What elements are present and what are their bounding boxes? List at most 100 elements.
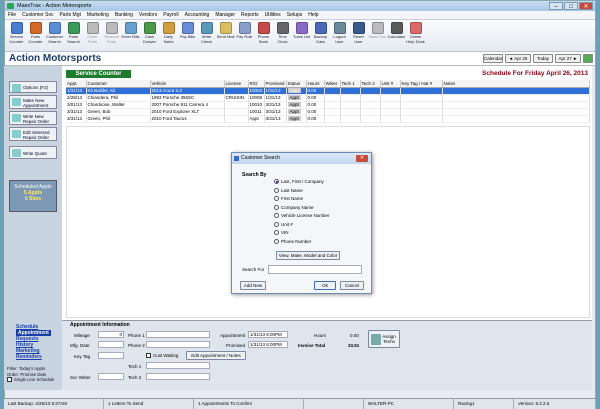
menu-vendors[interactable]: Vendors <box>139 11 157 19</box>
cust-waiting[interactable]: Cust Waiting <box>146 353 178 358</box>
toolbar-write-check-button[interactable]: Write Check <box>197 20 216 51</box>
minimize-button[interactable]: – <box>549 2 563 10</box>
toolbar-restock-parts-button[interactable]: Restock Parts <box>102 20 121 51</box>
toolbar-logout-user-button[interactable]: Logout User <box>330 20 349 51</box>
search-option[interactable]: Last Name <box>274 187 303 193</box>
radio-button[interactable] <box>274 213 279 218</box>
key-tag-field[interactable] <box>98 352 124 359</box>
menu-marketing[interactable]: Marketing <box>87 11 109 19</box>
appointment-field[interactable]: 1/31/13 6:00PM <box>248 331 288 338</box>
mfg-date-field[interactable] <box>98 341 124 348</box>
table-row[interactable]: 2/28/13 Chiandera, Phil 1993 Porsche 356SC… <box>66 94 590 102</box>
grid-header-hours[interactable]: Hours <box>306 80 325 88</box>
radio-button[interactable] <box>274 204 279 210</box>
options-button[interactable]: Options (F2) <box>9 81 57 93</box>
close-button[interactable]: ✕ <box>579 2 593 10</box>
calendar-button[interactable]: Calendar <box>483 54 503 63</box>
toolbar-customer-search-button[interactable]: Customer Search <box>45 20 64 51</box>
edit-appointment-button[interactable]: Edit Appointment / Notes <box>186 351 246 360</box>
phone2-field[interactable] <box>146 341 210 348</box>
edit-repair-order-button[interactable]: Edit Selected Repair Order <box>9 127 57 141</box>
menu-reports[interactable]: Reports <box>241 11 259 19</box>
mileage-field[interactable]: 0 <box>98 331 124 338</box>
table-row[interactable]: 1/31/13 Kit Builder, Kit 2013 Acura ILX 100… <box>66 87 590 95</box>
tech1-field[interactable] <box>146 362 210 369</box>
tech2-field[interactable] <box>146 373 210 380</box>
refresh-icon[interactable] <box>583 54 593 63</box>
toolbar-enter-bills-button[interactable]: Enter Bills <box>121 20 140 51</box>
search-option[interactable]: Last, First / Company <box>274 179 324 184</box>
link-reminders[interactable]: Reminders <box>16 354 51 360</box>
grid-header-promised[interactable]: Promised <box>264 80 287 88</box>
toolbar-track-list-button[interactable]: Track List <box>292 20 311 51</box>
toolbar-daily-sales-button[interactable]: Daily Sales <box>159 20 178 51</box>
toolbar-online-help-desk-button[interactable]: Online Help Desk <box>406 20 425 51</box>
single-line-checkbox[interactable] <box>7 377 12 383</box>
search-option[interactable]: Unit # <box>274 221 293 227</box>
new-appointment-button[interactable]: Make New Appointment <box>9 95 57 109</box>
service-counter-tab[interactable]: Service Counter <box>66 70 131 78</box>
menu-accounting[interactable]: Accounting <box>185 11 210 19</box>
menu-customer-svc[interactable]: Customer Svc <box>22 11 53 19</box>
svc-writer-field[interactable] <box>98 373 124 380</box>
search-option[interactable]: Vehicle License Number <box>274 213 330 218</box>
toolbar-reset-user-button[interactable]: Reset User <box>349 20 368 51</box>
menu-payroll[interactable]: Payroll <box>163 11 178 19</box>
grid-header-writer[interactable]: Writer <box>324 80 341 88</box>
promised-field[interactable]: 1/31/13 6:00PM <box>248 341 288 348</box>
menu-help[interactable]: Help <box>308 11 318 19</box>
radio-button[interactable] <box>274 230 279 235</box>
view-make-model-button[interactable]: View, Make, Model and Color <box>276 251 340 260</box>
write-quote-button[interactable]: Write Quote <box>9 146 57 159</box>
prev-day-button[interactable]: ◄ Apr 25 <box>505 54 531 63</box>
assign-techs-button[interactable]: Assign Techs <box>368 330 400 348</box>
toolbar-pay-rollr-button[interactable]: Pay Rollr <box>235 20 254 51</box>
maximize-button[interactable]: □ <box>564 2 578 10</box>
radio-button[interactable] <box>274 187 279 193</box>
add-new-button[interactable]: Add New <box>240 281 266 290</box>
phone1-field[interactable] <box>146 331 210 338</box>
next-day-button[interactable]: Apr 27 ► <box>555 54 581 63</box>
grid-header-unit-[interactable]: Unit # <box>380 80 401 88</box>
menu-banking[interactable]: Banking <box>115 11 133 19</box>
toolbar-parts-search-button[interactable]: Parts Search <box>64 20 83 51</box>
toolbar-pay-bills-button[interactable]: Pay Bills <box>178 20 197 51</box>
grid-header-r-o[interactable]: R/O <box>248 80 265 88</box>
table-row[interactable]: 3/31/13 Green, Phil 2010 Ford Taurus Appt 3/… <box>66 115 590 123</box>
dialog-close-button[interactable]: ✕ <box>356 155 368 162</box>
toolbar-cash-drawer-button[interactable]: Cash Drawer <box>140 20 159 51</box>
grid-header-notes[interactable]: Notes <box>442 80 590 88</box>
radio-button[interactable] <box>274 179 279 184</box>
search-option[interactable]: Phone Number <box>274 238 311 244</box>
search-for-input[interactable] <box>268 265 362 274</box>
grid-header-vehicle[interactable]: Vehicle <box>150 80 225 88</box>
menu-parts-mgt[interactable]: Parts Mgt <box>59 11 80 19</box>
new-repair-order-button[interactable]: Write New Repair Order <box>9 111 57 125</box>
toolbar-mass-doc-button[interactable]: Mass Doc <box>368 20 387 51</box>
toolbar-send-mail-button[interactable]: Send Mail <box>216 20 235 51</box>
cust-waiting-checkbox[interactable] <box>146 353 151 358</box>
grid-header-appt-[interactable]: Appt. <box>66 80 87 88</box>
ok-button[interactable]: Ok <box>314 281 336 290</box>
grid-header-key-tag-hat-[interactable]: Key Tag / Hat # <box>400 80 443 88</box>
menu-manager[interactable]: Manager <box>215 11 235 19</box>
radio-button[interactable] <box>274 221 279 227</box>
grid-header-customer[interactable]: Customer <box>86 80 151 88</box>
toolbar-backup-data-button[interactable]: Backup Data <box>311 20 330 51</box>
menu-setups[interactable]: Setups <box>287 11 303 19</box>
toolbar-time-clock-button[interactable]: Time Clock <box>273 20 292 51</box>
search-option[interactable]: Company Name <box>274 204 314 210</box>
table-row[interactable]: 3/01/13 Chardoose, Walter 2007 Porsche 911… <box>66 101 590 109</box>
toolbar-calculator-button[interactable]: Calculator <box>387 20 406 51</box>
toolbar-service-counter-button[interactable]: Service Counter <box>7 20 26 51</box>
grid-header-tech-1[interactable]: Tech 1 <box>340 80 361 88</box>
radio-button[interactable] <box>274 238 279 244</box>
grid-header-status[interactable]: Status <box>286 80 307 88</box>
menu-file[interactable]: File <box>8 11 16 19</box>
search-option[interactable]: First Name <box>274 196 303 201</box>
menu-utilities[interactable]: Utilities <box>265 11 281 19</box>
toolbar-order-parts-button[interactable]: Order Parts <box>83 20 102 51</box>
toolbar-parts-counter-button[interactable]: Parts Counter <box>26 20 45 51</box>
grid-header-tech-2[interactable]: Tech 2 <box>360 80 381 88</box>
toolbar-phone-book-button[interactable]: Phone Book <box>254 20 273 51</box>
